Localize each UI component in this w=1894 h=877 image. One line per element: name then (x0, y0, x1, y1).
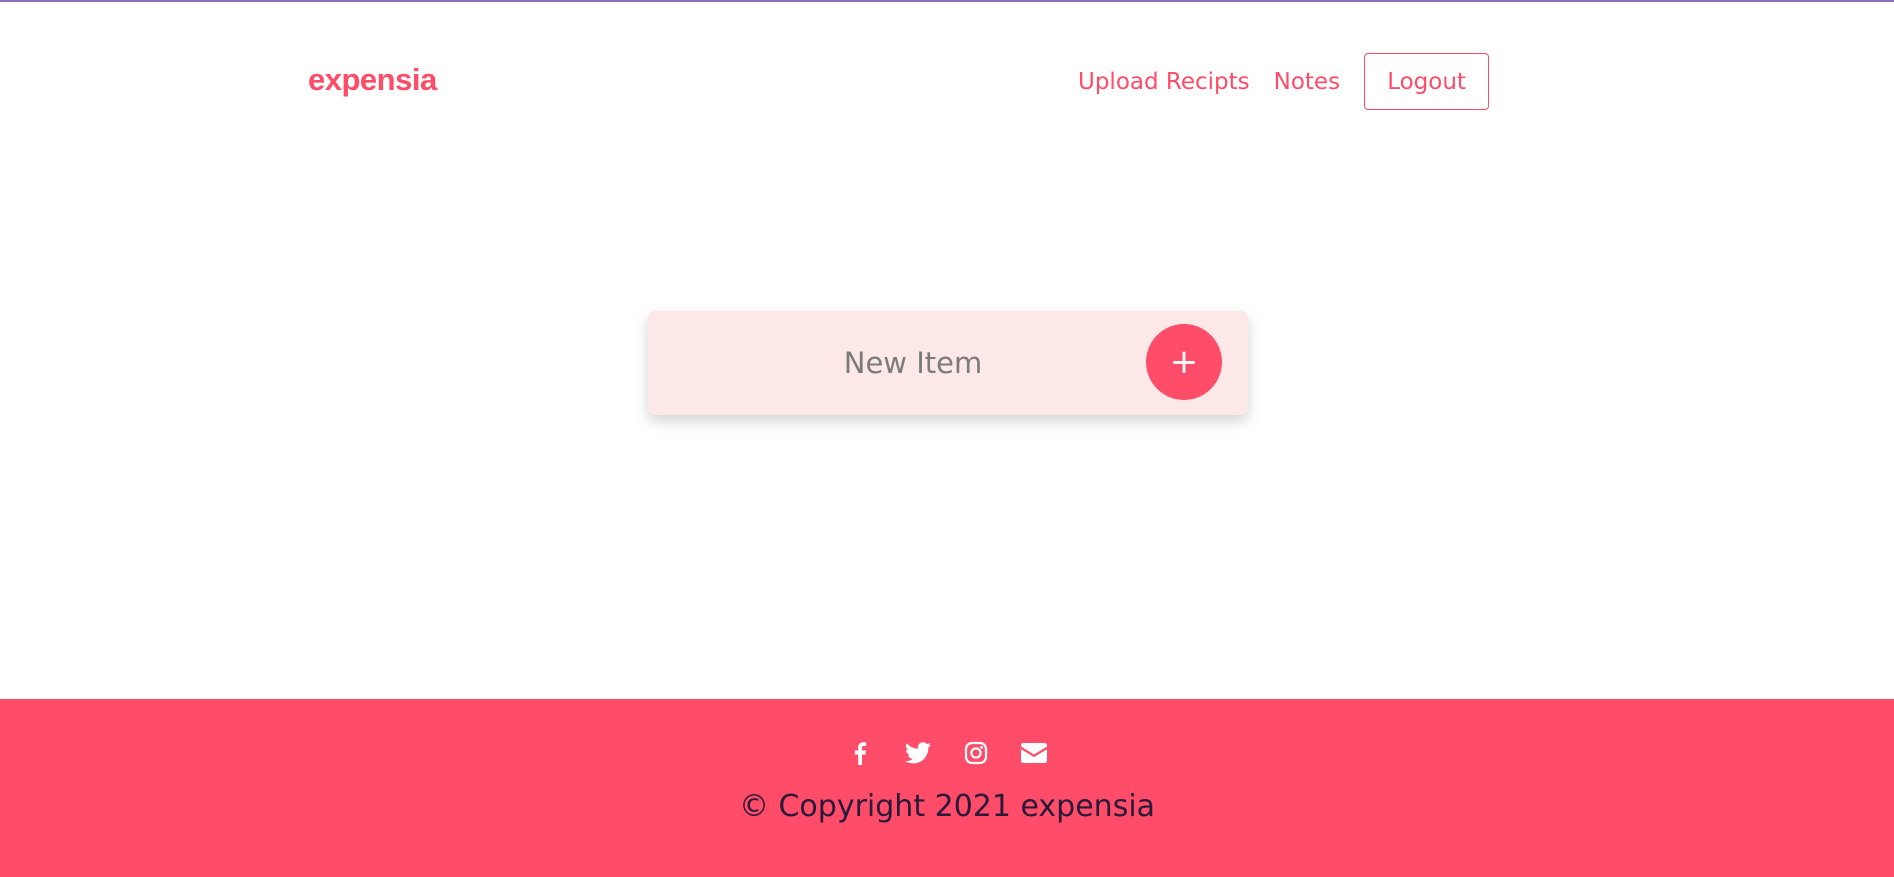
add-item-button[interactable]: + (1146, 324, 1222, 400)
main-nav: Upload Recipts Notes Logout (1078, 53, 1490, 110)
nav-notes-link[interactable]: Notes (1274, 69, 1340, 95)
social-links (0, 739, 1894, 767)
twitter-icon[interactable] (904, 739, 932, 767)
brand-logo[interactable]: expensia (308, 62, 437, 98)
logout-button[interactable]: Logout (1364, 53, 1490, 110)
new-item-input[interactable] (668, 333, 1228, 393)
instagram-icon[interactable] (962, 739, 990, 767)
copyright-text: © Copyright 2021 expensia (738, 789, 1156, 824)
site-footer: © Copyright 2021 expensia (0, 699, 1894, 877)
facebook-icon[interactable] (846, 739, 874, 767)
plus-icon: + (1169, 342, 1199, 382)
envelope-icon[interactable] (1020, 739, 1048, 767)
site-header: expensia Upload Recipts Notes Logout (0, 0, 1894, 160)
nav-upload-receipts-link[interactable]: Upload Recipts (1078, 69, 1250, 95)
new-item-card: + (648, 311, 1248, 415)
